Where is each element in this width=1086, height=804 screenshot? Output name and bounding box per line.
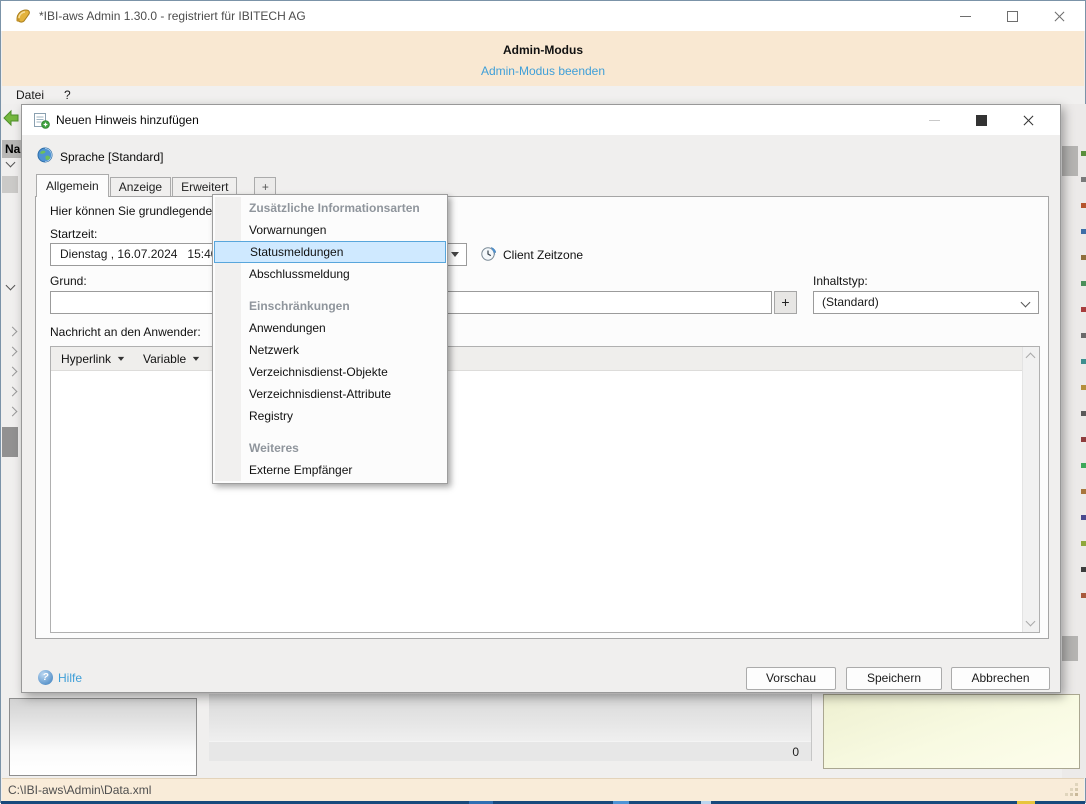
help-link[interactable]: Hilfe — [58, 671, 82, 685]
dialog-maximize-button[interactable] — [958, 105, 1005, 135]
dialog-neuen-hinweis: Neuen Hinweis hinzufügen Sprache [Standa… — [21, 104, 1061, 693]
close-icon — [1054, 11, 1065, 22]
chevron-right-icon[interactable] — [8, 367, 18, 377]
app-titlebar: *IBI-aws Admin 1.30.0 - registriert für … — [1, 1, 1085, 31]
language-label: Sprache [Standard] — [60, 150, 163, 164]
statusbar-file-path: C:\IBI-aws\Admin\Data.xml — [8, 783, 151, 797]
back-icon[interactable] — [2, 109, 20, 127]
close-button[interactable] — [1036, 1, 1083, 31]
menu-item-vorwarnungen[interactable]: Vorwarnungen — [213, 219, 447, 241]
menu-header-informationsarten: Zusätzliche Informationsarten — [213, 197, 447, 219]
inhaltstyp-label: Inhaltstyp: — [813, 274, 868, 288]
maximize-icon — [976, 115, 987, 126]
minimize-button[interactable] — [942, 1, 989, 31]
menu-bar: Datei ? — [2, 86, 1084, 104]
timezone-clock-icon — [480, 245, 497, 262]
dialog-icon — [33, 112, 50, 129]
admin-mode-title: Admin-Modus — [2, 43, 1084, 57]
abbrechen-button[interactable]: Abbrechen — [951, 667, 1050, 690]
dialog-close-button[interactable] — [1005, 105, 1052, 135]
tab-anzeige[interactable]: Anzeige — [110, 177, 171, 197]
count-row: 0 — [209, 741, 811, 761]
startzeit-label: Startzeit: — [50, 227, 97, 241]
menu-spacer — [213, 285, 447, 295]
admin-mode-exit-link[interactable]: Admin-Modus beenden — [481, 64, 605, 78]
window-controls — [942, 1, 1083, 31]
menu-item-netzwerk[interactable]: Netzwerk — [213, 339, 447, 361]
menu-item-anwendungen[interactable]: Anwendungen — [213, 317, 447, 339]
chevron-right-icon[interactable] — [8, 387, 18, 397]
minimize-icon — [929, 120, 940, 121]
maximize-button[interactable] — [989, 1, 1036, 31]
chevron-down-icon[interactable] — [6, 281, 16, 291]
startzeit-value: Dienstag , 16.07.2024 15:40 — [60, 247, 217, 261]
menu-item-abschlussmeldung[interactable]: Abschlussmeldung — [213, 263, 447, 285]
dialog-title: Neuen Hinweis hinzufügen — [56, 113, 199, 127]
timezone-label: Client Zeitzone — [503, 248, 583, 262]
scroll-up-icon[interactable] — [1026, 353, 1036, 363]
chevron-right-icon[interactable] — [8, 407, 18, 417]
editor-toolbar: Hyperlink Variable Be — [51, 347, 1023, 371]
grund-add-button[interactable]: + — [774, 291, 797, 314]
app-title: *IBI-aws Admin 1.30.0 - registriert für … — [39, 9, 306, 23]
message-editor[interactable]: Hyperlink Variable Be — [50, 346, 1040, 633]
informationsarten-menu: Zusätzliche Informationsarten Vorwarnung… — [212, 194, 448, 484]
close-icon — [1023, 115, 1034, 126]
app-icon — [14, 7, 32, 25]
dropdown-arrow-icon — [451, 252, 459, 261]
main-window: *IBI-aws Admin 1.30.0 - registriert für … — [0, 0, 1086, 803]
inhaltstyp-select[interactable]: (Standard) — [813, 291, 1039, 314]
dialog-window-controls — [911, 105, 1052, 135]
chevron-right-icon[interactable] — [8, 327, 18, 337]
status-bar: C:\IBI-aws\Admin\Data.xml — [2, 778, 1084, 802]
grund-label: Grund: — [50, 274, 87, 288]
scroll-down-icon[interactable] — [1026, 617, 1036, 627]
inhaltstyp-value: (Standard) — [822, 295, 879, 309]
menu-header-weiteres: Weiteres — [213, 437, 447, 459]
speichern-button[interactable]: Speichern — [846, 667, 942, 690]
dialog-minimize-button[interactable] — [911, 105, 958, 135]
menu-item-verzeichnisdienst-attribute[interactable]: Verzeichnisdienst-Attribute — [213, 383, 447, 405]
tree-panel-fragment — [9, 698, 197, 776]
variable-menu-button[interactable]: Variable — [143, 352, 200, 366]
maximize-icon — [1007, 11, 1018, 22]
dropdown-arrow-icon — [118, 356, 124, 363]
menu-item-registry[interactable]: Registry — [213, 405, 447, 427]
message-content[interactable] — [51, 371, 1023, 632]
vorschau-button[interactable]: Vorschau — [746, 667, 836, 690]
menu-spacer — [213, 427, 447, 437]
dropdown-arrow-icon — [193, 356, 199, 363]
resize-grip-icon[interactable] — [1075, 793, 1078, 796]
help-icon — [38, 670, 53, 685]
chevron-right-icon[interactable] — [8, 347, 18, 357]
nachricht-label: Nachricht an den Anwender: — [50, 325, 201, 339]
tree-column-header: Na — [2, 140, 22, 158]
intro-text: Hier können Sie grundlegende Ei — [50, 204, 226, 218]
editor-scrollbar[interactable] — [1022, 347, 1039, 632]
menu-item-verzeichnisdienst-objekte[interactable]: Verzeichnisdienst-Objekte — [213, 361, 447, 383]
list-panel-fragment: 0 — [209, 694, 812, 761]
dialog-titlebar: Neuen Hinweis hinzufügen — [22, 105, 1060, 135]
tree-fragment — [2, 427, 18, 457]
minimize-icon — [960, 16, 971, 17]
chevron-down-icon[interactable] — [6, 158, 16, 168]
menu-item-externe-empfaenger[interactable]: Externe Empfänger — [213, 459, 447, 481]
right-edge-fragment — [1062, 104, 1086, 778]
admin-mode-banner: Admin-Modus Admin-Modus beenden — [2, 31, 1084, 86]
language-globe-icon — [37, 147, 53, 163]
tab-allgemein[interactable]: Allgemein — [36, 174, 109, 197]
tree-fragment — [2, 176, 18, 193]
menu-item-datei[interactable]: Datei — [16, 88, 44, 102]
hyperlink-menu-button[interactable]: Hyperlink — [61, 352, 125, 366]
count-value: 0 — [792, 745, 799, 759]
menu-item-help[interactable]: ? — [64, 88, 71, 102]
tab-page-allgemein: Hier können Sie grundlegende Ei Startzei… — [35, 196, 1049, 639]
menu-header-einschraenkungen: Einschränkungen — [213, 295, 447, 317]
preview-panel-fragment — [823, 694, 1080, 769]
menu-item-statusmeldungen[interactable]: Statusmeldungen — [214, 241, 446, 263]
combo-chevron-icon — [1021, 298, 1031, 308]
